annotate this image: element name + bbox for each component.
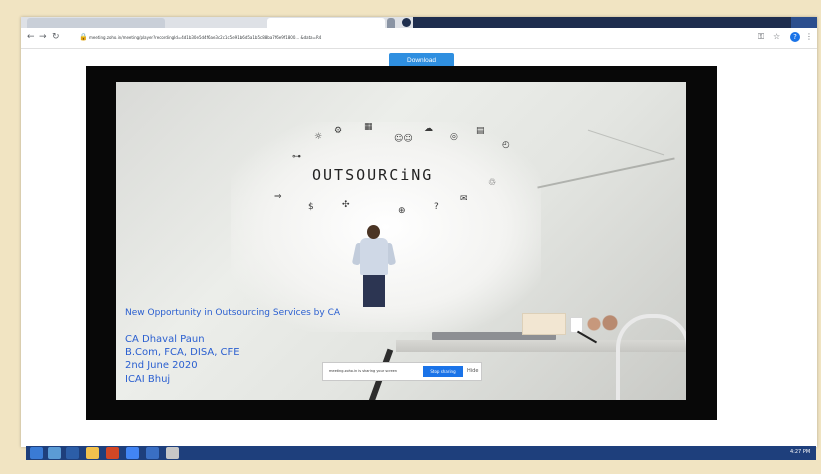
gear-doodle-icon: ⚙: [334, 126, 343, 136]
taskbar: 4:27 PM: [26, 446, 816, 460]
chrome-icon[interactable]: [126, 447, 139, 459]
menu-kebab-icon[interactable]: ⋮: [805, 31, 813, 43]
start-icon[interactable]: [30, 447, 43, 459]
lightbulb-doodle-icon: ☼: [314, 132, 323, 142]
chair: [616, 314, 686, 400]
chart-doodle-icon: ▦: [364, 122, 373, 132]
stop-sharing-button[interactable]: Stop sharing: [423, 366, 463, 377]
ie-icon[interactable]: [66, 447, 79, 459]
wall-crack: [537, 157, 675, 189]
hide-toast-button[interactable]: Hide: [467, 368, 478, 374]
settings-icon[interactable]: [166, 447, 179, 459]
notebook: [522, 313, 566, 335]
clock-doodle-icon: ◴: [502, 140, 510, 150]
money-doodle-icon: $: [308, 202, 314, 212]
browser-tab-active[interactable]: [267, 18, 385, 28]
bookmark-star-icon[interactable]: ☆: [773, 31, 780, 43]
toast-message: meeting.zoho.in is sharing your screen: [329, 369, 397, 373]
key-icon[interactable]: ⚿: [758, 31, 764, 43]
presentation-date: 2nd June 2020: [125, 360, 198, 371]
browser-toolbar: ← → ↻ 🔒 meeting.zoho.in/meeting/player?r…: [21, 28, 817, 49]
window-controls[interactable]: [791, 17, 817, 28]
back-icon[interactable]: ←: [27, 31, 35, 43]
cloud-doodle-icon: ☁: [424, 124, 433, 134]
wall-crack: [587, 129, 665, 156]
puzzle-doodle-icon: ✣: [342, 200, 350, 210]
profile-avatar[interactable]: ?: [790, 32, 800, 42]
screen-share-toast: meeting.zoho.in is sharing your screen S…: [322, 362, 482, 381]
tab-strip: [21, 17, 817, 28]
lock-icon: 🔒: [79, 33, 88, 41]
slide-heading: OUTSOURCiNG: [312, 166, 434, 184]
tab-close-icon[interactable]: [387, 18, 395, 28]
system-clock[interactable]: 4:27 PM: [790, 449, 810, 455]
address-bar[interactable]: 🔒 meeting.zoho.in/meeting/player?recordi…: [79, 31, 769, 44]
reload-icon[interactable]: ↻: [52, 31, 60, 43]
arrow-doodle-icon: ⇒: [274, 192, 282, 202]
video-player[interactable]: ☼ ⚙ ▦ ☺☺ ☁ ◎ ▤ ◴ ⊶ ♲ ⇒ $ ✣ ⊕ ? ✉ OUTSOUR…: [86, 66, 717, 420]
presenter-qualifications: B.Com, FCA, DISA, CFE: [125, 347, 240, 358]
decor-objects: [582, 312, 622, 336]
target-doodle-icon: ⊕: [398, 206, 406, 216]
people-doodle-icon: ☺☺: [394, 134, 413, 144]
mail-doodle-icon: ✉: [460, 194, 468, 204]
globe-doodle-icon: ◎: [450, 132, 458, 142]
folder-icon[interactable]: [86, 447, 99, 459]
network-doodle-icon: ⊶: [292, 152, 301, 162]
search-icon[interactable]: [48, 447, 61, 459]
word-icon[interactable]: [146, 447, 159, 459]
question-doodle-icon: ?: [434, 202, 439, 212]
presentation-slide: ☼ ⚙ ▦ ☺☺ ☁ ◎ ▤ ◴ ⊶ ♲ ⇒ $ ✣ ⊕ ? ✉ OUTSOUR…: [116, 82, 686, 400]
document-doodle-icon: ▤: [476, 126, 485, 136]
new-tab-icon[interactable]: [402, 18, 411, 27]
address-url[interactable]: meeting.zoho.in/meeting/player?recording…: [89, 31, 321, 44]
forward-icon[interactable]: →: [39, 31, 47, 43]
presentation-venue: ICAI Bhuj: [125, 374, 171, 385]
title-bar: [413, 17, 817, 28]
presenter-name: CA Dhaval Paun: [125, 334, 205, 345]
slide-subtitle: New Opportunity in Outsourcing Services …: [125, 308, 341, 318]
handshake-doodle-icon: ♲: [488, 178, 497, 188]
office-icon[interactable]: [106, 447, 119, 459]
person-illustration: [351, 225, 397, 320]
browser-tab[interactable]: [27, 18, 165, 28]
